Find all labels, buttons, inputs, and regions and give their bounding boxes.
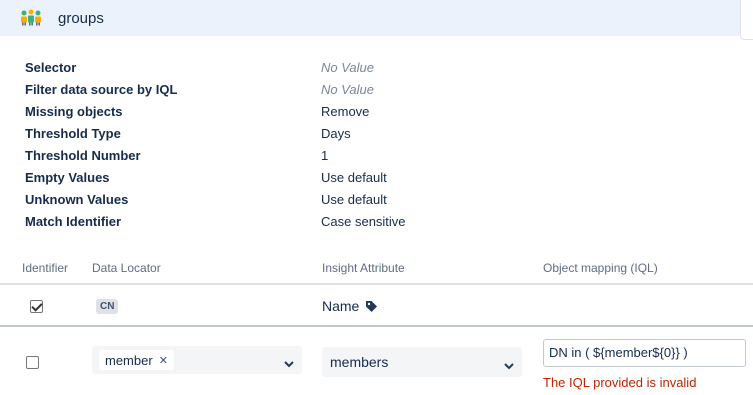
insight-attribute-label: Name [322,298,360,314]
property-label: Threshold Type [25,125,121,141]
iql-error-message: The IQL provided is invalid [543,375,697,390]
remove-chip-icon[interactable]: ✕ [159,354,168,367]
property-value: No Value [321,81,374,97]
header-insight-attribute: Insight Attribute [322,261,405,275]
panel-edge [740,0,753,40]
chevron-down-icon [504,358,514,373]
properties-list: Selector No Value Filter data source by … [25,56,525,232]
table-row: CN Name [0,287,753,327]
groups-icon [20,9,42,27]
select-value: members [330,354,389,370]
header-identifier: Identifier [22,261,69,275]
table-row: member ✕ members DN in ( ${member${0}} )… [0,329,753,395]
property-label: Filter data source by IQL [25,81,178,97]
property-row: Empty Values Use default [25,166,525,188]
data-locator-chip: member ✕ [99,350,174,370]
property-row: Filter data source by IQL No Value [25,78,525,100]
header-data-locator: Data Locator [92,261,161,275]
property-label: Selector [25,59,77,75]
identifier-checkbox[interactable] [30,300,43,313]
property-label: Unknown Values [25,191,129,207]
section-header: groups [0,0,740,36]
property-value: No Value [321,59,374,75]
property-value: Use default [321,169,387,185]
section-title: groups [58,9,104,27]
property-value: Days [321,125,351,141]
property-row: Match Identifier Case sensitive [25,210,525,232]
mapping-table: Identifier Data Locator Insight Attribut… [0,252,753,390]
data-locator-badge: CN [96,299,119,314]
property-row: Threshold Type Days [25,122,525,144]
chip-label: member [105,352,153,368]
property-row: Missing objects Remove [25,100,525,122]
property-value: 1 [321,147,329,163]
table-header: Identifier Data Locator Insight Attribut… [0,252,753,285]
data-locator-select[interactable]: member ✕ [92,346,302,374]
property-row: Selector No Value [25,56,525,78]
property-label: Missing objects [25,103,123,119]
property-row: Unknown Values Use default [25,188,525,210]
header-object-mapping: Object mapping (IQL) [543,261,658,275]
property-value: Remove [321,103,370,119]
property-label: Match Identifier [25,213,122,229]
property-value: Use default [321,191,387,207]
property-label: Empty Values [25,169,110,185]
identifier-checkbox[interactable] [26,356,39,369]
iql-input[interactable]: DN in ( ${member${0}} ) [543,339,746,367]
property-row: Threshold Number 1 [25,144,525,166]
insight-attribute-select[interactable]: members [322,347,522,377]
insight-attribute: Name [322,298,378,314]
property-label: Threshold Number [25,147,141,163]
chevron-down-icon [284,356,294,371]
property-value: Case sensitive [321,213,406,229]
tag-icon [365,300,378,313]
